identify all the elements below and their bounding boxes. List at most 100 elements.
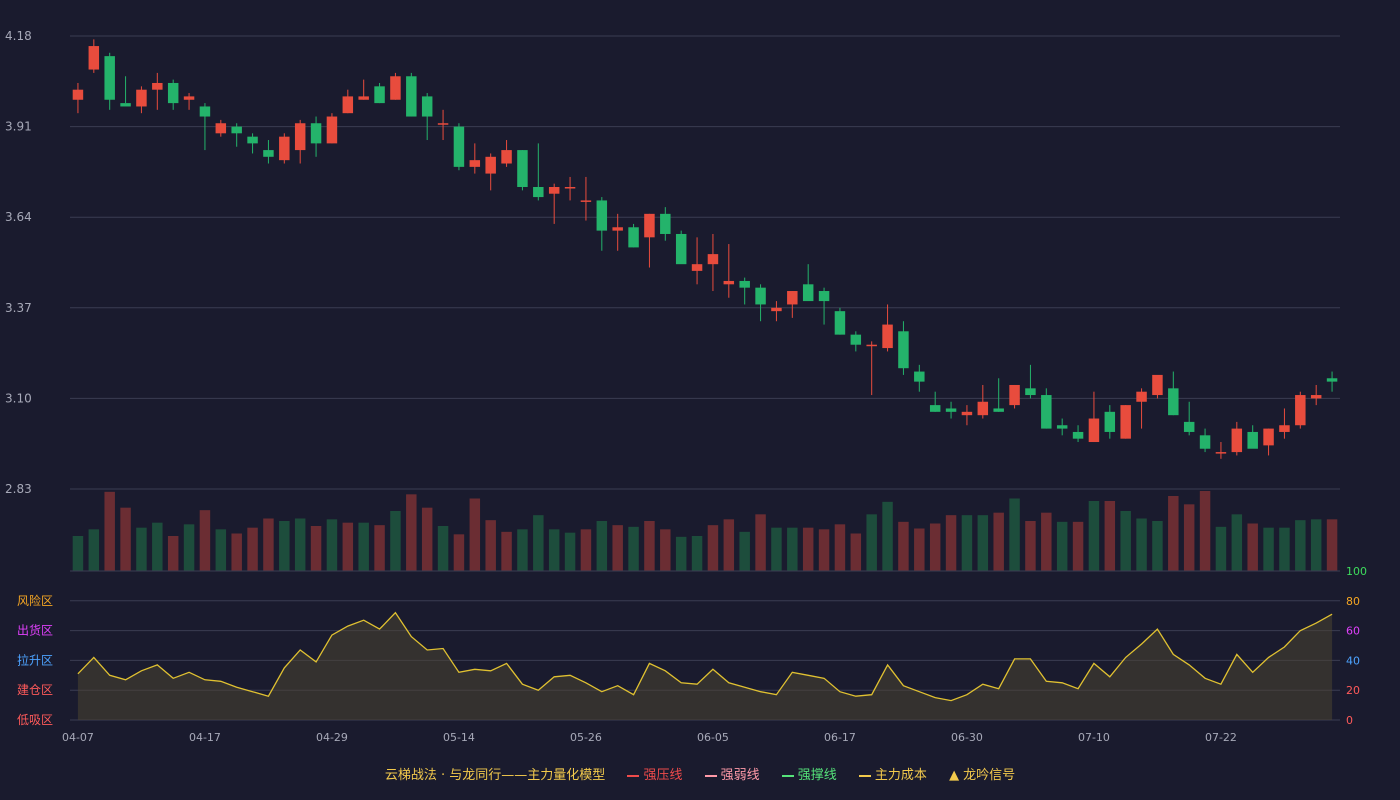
- strength-line-swatch: [704, 774, 717, 777]
- candle: [167, 79, 179, 110]
- volume-bar: [1120, 511, 1131, 571]
- candle-body: [453, 126, 465, 167]
- candle-body: [675, 233, 687, 265]
- candle-body: [882, 324, 893, 349]
- volume-bar: [834, 524, 846, 571]
- x-tick-label: 07-22: [1205, 731, 1237, 744]
- volume-bar: [1056, 521, 1068, 571]
- x-tick-label: 04-29: [316, 731, 348, 744]
- candle: [88, 39, 100, 73]
- oscillator-tick-label: 20: [1346, 684, 1360, 697]
- volume-bar: [342, 522, 354, 571]
- volume-bar: [231, 533, 242, 571]
- candle-body: [818, 291, 830, 302]
- candle-body: [596, 200, 608, 231]
- candle: [374, 82, 385, 104]
- candle-body: [1295, 395, 1306, 426]
- price-tick-label: 3.37: [5, 301, 32, 315]
- volume-bar: [755, 514, 766, 571]
- candle: [247, 133, 258, 154]
- price-tick-label: 4.18: [5, 29, 32, 43]
- candle: [1136, 388, 1147, 429]
- candle-body: [1088, 418, 1100, 443]
- candle-body: [469, 160, 481, 167]
- candle: [834, 307, 846, 335]
- candle: [882, 304, 893, 352]
- candle-body: [866, 344, 877, 347]
- candle-body: [723, 280, 735, 285]
- candle-body: [199, 106, 211, 117]
- candle-body: [215, 123, 227, 134]
- candle: [1072, 425, 1084, 443]
- candle: [1295, 391, 1306, 429]
- volume-bar: [866, 514, 877, 571]
- volume-bar: [945, 515, 957, 571]
- candle: [406, 72, 417, 117]
- candle-body: [1247, 431, 1258, 449]
- volume-bar: [390, 511, 401, 571]
- x-tick-label: 05-14: [443, 731, 475, 744]
- candle: [1279, 408, 1290, 439]
- candle: [1104, 405, 1116, 439]
- candle-body: [993, 408, 1004, 412]
- volume-bar: [199, 510, 211, 571]
- candle: [612, 213, 623, 251]
- candle-body: [1072, 431, 1084, 439]
- volume-bar: [818, 529, 830, 571]
- candle: [1199, 428, 1211, 453]
- candle: [580, 176, 592, 221]
- candle-body: [850, 334, 862, 345]
- zone-label: 风险区: [17, 593, 53, 608]
- candle: [548, 183, 560, 224]
- candle-body: [660, 213, 671, 234]
- volume-bar: [739, 531, 750, 571]
- chart-svg: 4.18 3.91 3.64 3.37 3.10 2.83 100 80 60 40 20 0 风险区出…: [5, 29, 1367, 744]
- chart-legend: 云梯战法 · 与龙同行——主力量化模型 强压线 强弱线 强撑线 主力成本 ▲ 龙吟…: [0, 764, 1400, 783]
- candle-body: [834, 311, 846, 335]
- candle: [437, 109, 449, 141]
- candle: [1183, 401, 1195, 436]
- candle: [326, 113, 338, 144]
- candle: [1231, 421, 1243, 456]
- x-tick-label: 06-17: [824, 731, 856, 744]
- candle-body: [548, 187, 560, 194]
- x-tick-label: 04-07: [62, 731, 94, 744]
- candle-body: [691, 264, 703, 271]
- candle-body: [580, 200, 592, 202]
- candle: [628, 223, 639, 248]
- candle-body: [231, 126, 242, 134]
- candle-body: [183, 96, 195, 100]
- volume-bar: [850, 533, 862, 571]
- oscillator-tick-label: 100: [1346, 565, 1367, 578]
- candle-body: [120, 103, 131, 107]
- candle-body: [564, 187, 576, 189]
- legend-label-dragon-signal: 龙吟信号: [963, 768, 1016, 783]
- legend-label-main-cost: 主力成本: [874, 768, 927, 783]
- candle-body: [771, 307, 782, 312]
- candle: [993, 378, 1004, 412]
- candle: [818, 287, 830, 325]
- zone-label: 出货区: [17, 623, 53, 638]
- volume-bar: [501, 531, 512, 571]
- legend-label-pressure: 强压线: [643, 768, 683, 783]
- candle-body: [104, 56, 115, 100]
- candle: [564, 176, 576, 201]
- candle-body: [517, 150, 528, 187]
- volume-bar: [1136, 518, 1147, 571]
- candle: [1310, 384, 1322, 406]
- pressure-line-swatch: [627, 774, 640, 777]
- candle: [279, 133, 290, 164]
- candle: [898, 321, 909, 375]
- volume-bar: [898, 521, 909, 571]
- candle: [136, 86, 147, 114]
- candle-body: [1231, 428, 1243, 453]
- volume-bar: [596, 521, 608, 571]
- volume-bar: [310, 526, 322, 571]
- candle: [469, 143, 481, 174]
- candle-body: [406, 76, 417, 117]
- candle-body: [961, 411, 973, 416]
- volume-bar: [358, 522, 369, 571]
- legend-title: 云梯战法 · 与龙同行——主力量化模型: [384, 768, 606, 783]
- candle-body: [390, 76, 401, 100]
- candle-body: [294, 123, 306, 151]
